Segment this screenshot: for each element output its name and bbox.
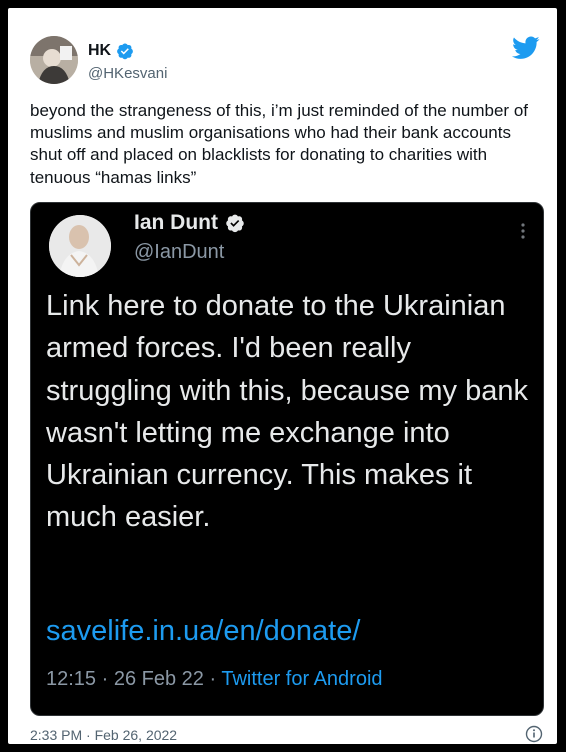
quoted-author-handle[interactable]: @IanDunt	[134, 241, 224, 264]
info-icon[interactable]	[525, 725, 543, 743]
meta-separator: ·	[209, 668, 222, 690]
quoted-author-avatar[interactable]	[49, 215, 111, 277]
author-handle[interactable]: @HKesvani	[88, 65, 167, 82]
quoted-time[interactable]: 12:15	[46, 668, 96, 690]
more-vertical-icon[interactable]	[521, 223, 525, 239]
quoted-author-name[interactable]: Ian Dunt	[134, 211, 218, 235]
quoted-tweet-text: Link here to donate to the Ukrainian arm…	[46, 290, 528, 534]
quoted-tweet[interactable]: Ian Dunt @IanDunt Link here to donate to…	[30, 202, 544, 716]
tweet-timestamp[interactable]: 2:33 PM · Feb 26, 2022	[30, 727, 177, 743]
donate-link[interactable]: savelife.in.ua/en/donate/	[46, 615, 360, 648]
verified-badge-icon	[226, 214, 244, 233]
author-avatar[interactable]	[30, 36, 78, 84]
tweet-source[interactable]: Twitter for Android	[221, 668, 382, 690]
author-name[interactable]: HK	[88, 42, 111, 60]
quoted-tweet-meta: 12:15 · 26 Feb 22 · Twitter for Android	[46, 668, 383, 691]
meta-separator: ·	[101, 668, 114, 690]
tweet-card: HK @HKesvani beyond the strangeness of t…	[8, 8, 557, 744]
twitter-bird-icon[interactable]	[512, 36, 540, 60]
verified-badge-icon	[117, 43, 133, 60]
quoted-date[interactable]: 26 Feb 22	[114, 668, 204, 690]
tweet-text: beyond the strangeness of this, i’m just…	[30, 101, 528, 187]
